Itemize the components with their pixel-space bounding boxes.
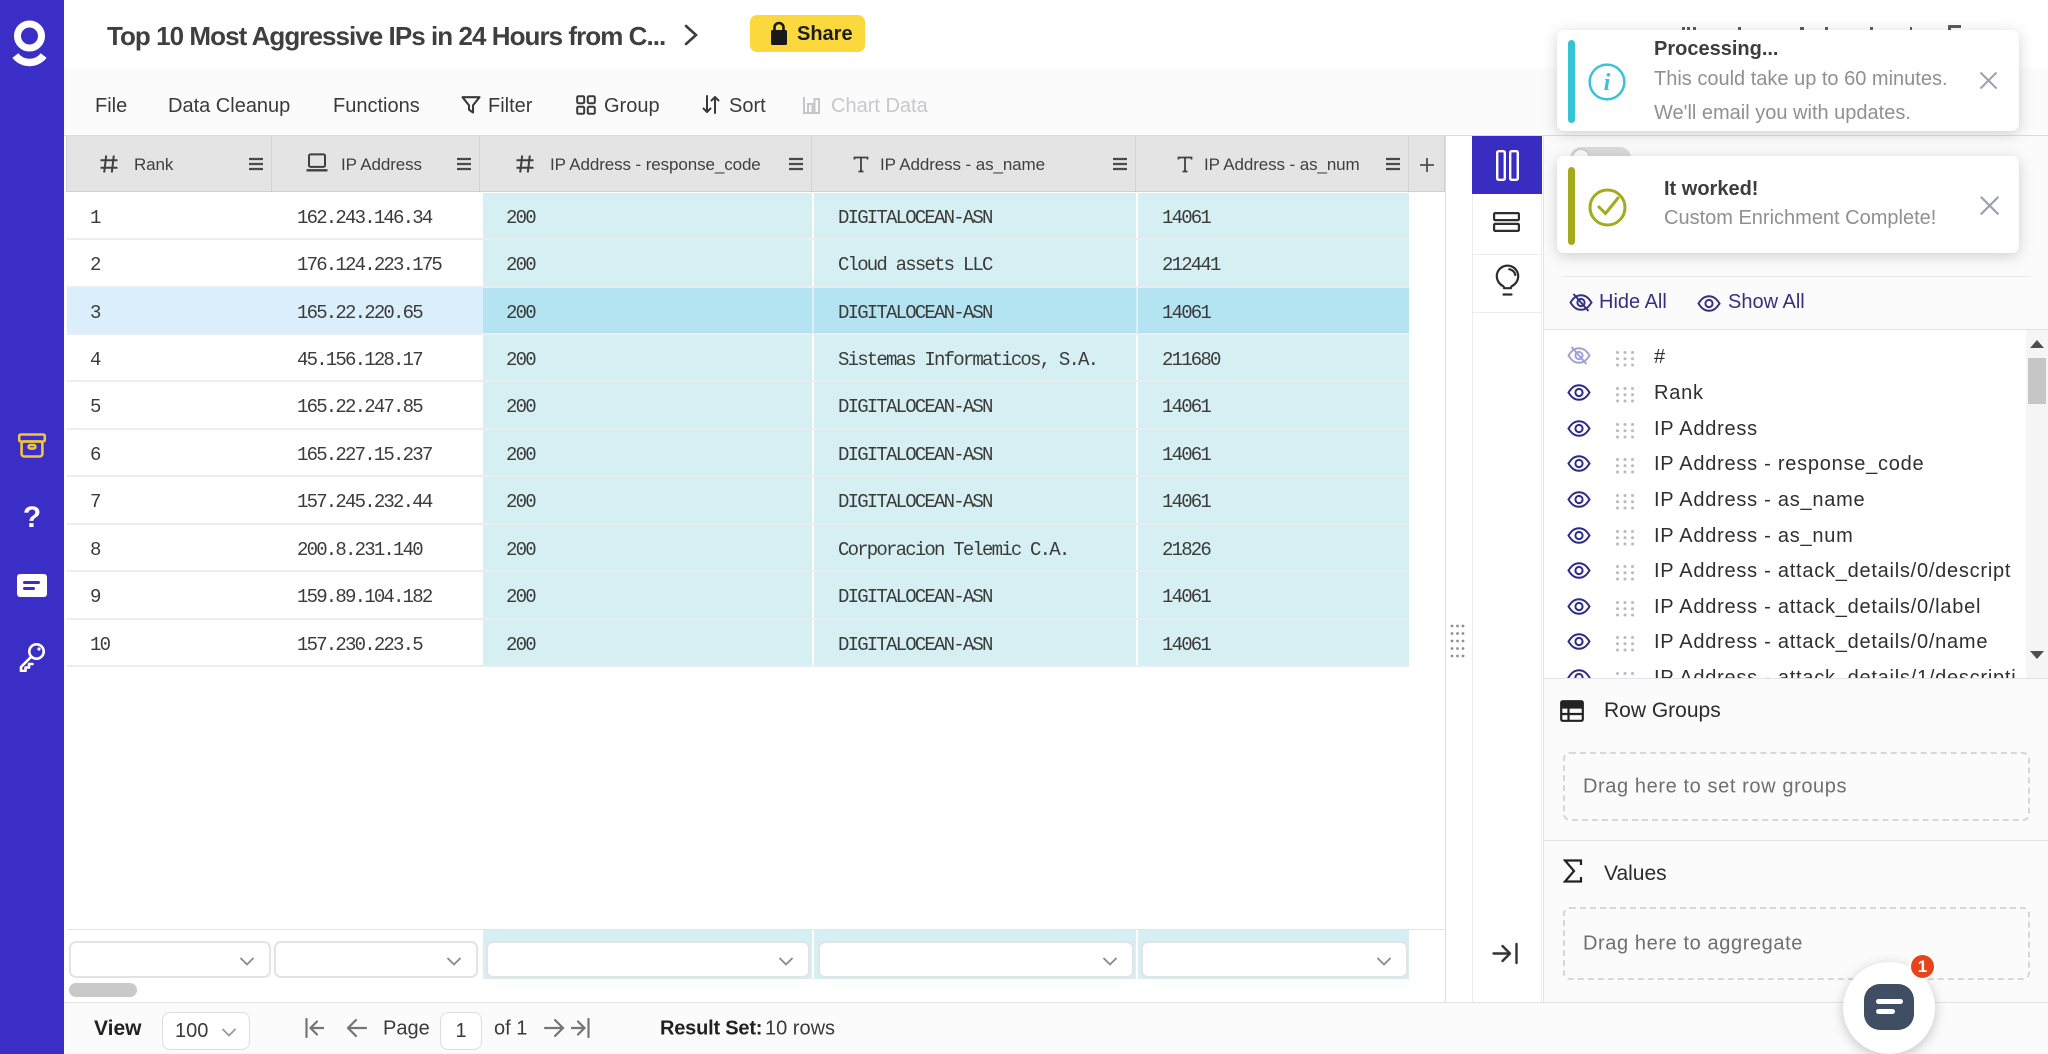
svg-text:i: i [1604, 69, 1611, 96]
